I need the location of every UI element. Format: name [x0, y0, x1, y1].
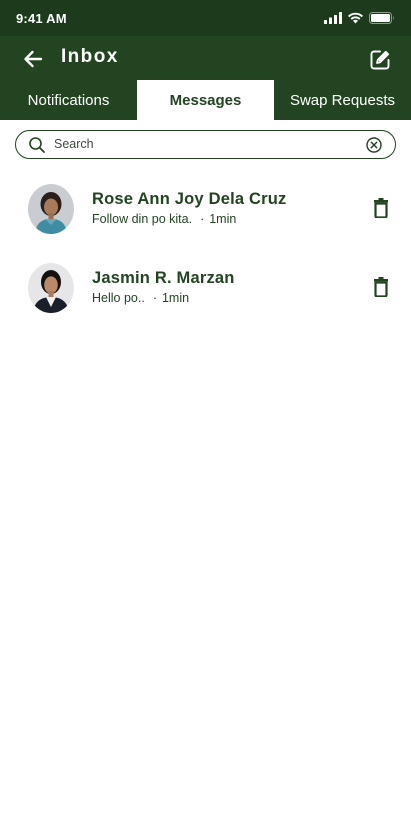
- contact-name: Rose Ann Joy Dela Cruz: [92, 190, 287, 208]
- message-time: 1min: [209, 212, 237, 226]
- list-item[interactable]: Rose Ann Joy Dela Cruz Follow din po kit…: [0, 170, 411, 249]
- trash-icon[interactable]: [373, 277, 389, 297]
- message-meta: Follow din po kita. · 1min: [92, 212, 236, 226]
- tab-label: Notifications: [27, 91, 110, 109]
- message-preview: Hello po..: [92, 291, 145, 305]
- message-list: Rose Ann Joy Dela Cruz Follow din po kit…: [0, 170, 411, 328]
- signal-icon: [324, 12, 342, 24]
- status-time: 9:41 AM: [16, 11, 67, 26]
- search-input[interactable]: [54, 134, 354, 154]
- back-button[interactable]: [20, 47, 46, 71]
- compose-button[interactable]: [367, 47, 393, 73]
- avatar: [28, 184, 74, 234]
- message-time: 1min: [161, 291, 190, 305]
- edit-square-icon: [370, 50, 390, 70]
- clear-circle-icon[interactable]: [365, 136, 383, 154]
- tab-notifications[interactable]: Notifications: [0, 80, 137, 120]
- contact-name: Jasmin R. Marzan: [92, 269, 235, 287]
- search-bar: [15, 130, 396, 159]
- battery-icon: [369, 12, 394, 24]
- separator-dot: ·: [152, 291, 157, 305]
- tab-messages[interactable]: Messages: [137, 80, 274, 120]
- separator-dot: ·: [200, 212, 205, 226]
- trash-icon[interactable]: [373, 198, 389, 218]
- app-header: Inbox Notifications Messages Swap Reques…: [0, 36, 411, 120]
- list-item[interactable]: Jasmin R. Marzan Hello po.. · 1min: [0, 249, 411, 328]
- page-title: Inbox: [61, 46, 119, 67]
- wifi-icon: [348, 12, 363, 24]
- status-bar: 9:41 AM: [0, 0, 411, 36]
- tab-bar: Notifications Messages Swap Requests: [0, 80, 411, 120]
- search-icon: [29, 137, 45, 153]
- message-preview: Follow din po kita.: [92, 212, 193, 226]
- arrow-left-icon: [24, 50, 43, 68]
- tab-swap-requests[interactable]: Swap Requests: [274, 80, 411, 120]
- tab-label: Messages: [169, 91, 242, 109]
- status-icons: [324, 12, 395, 24]
- message-meta: Hello po.. · 1min: [92, 291, 189, 305]
- avatar: [28, 263, 74, 313]
- tab-label: Swap Requests: [289, 91, 396, 109]
